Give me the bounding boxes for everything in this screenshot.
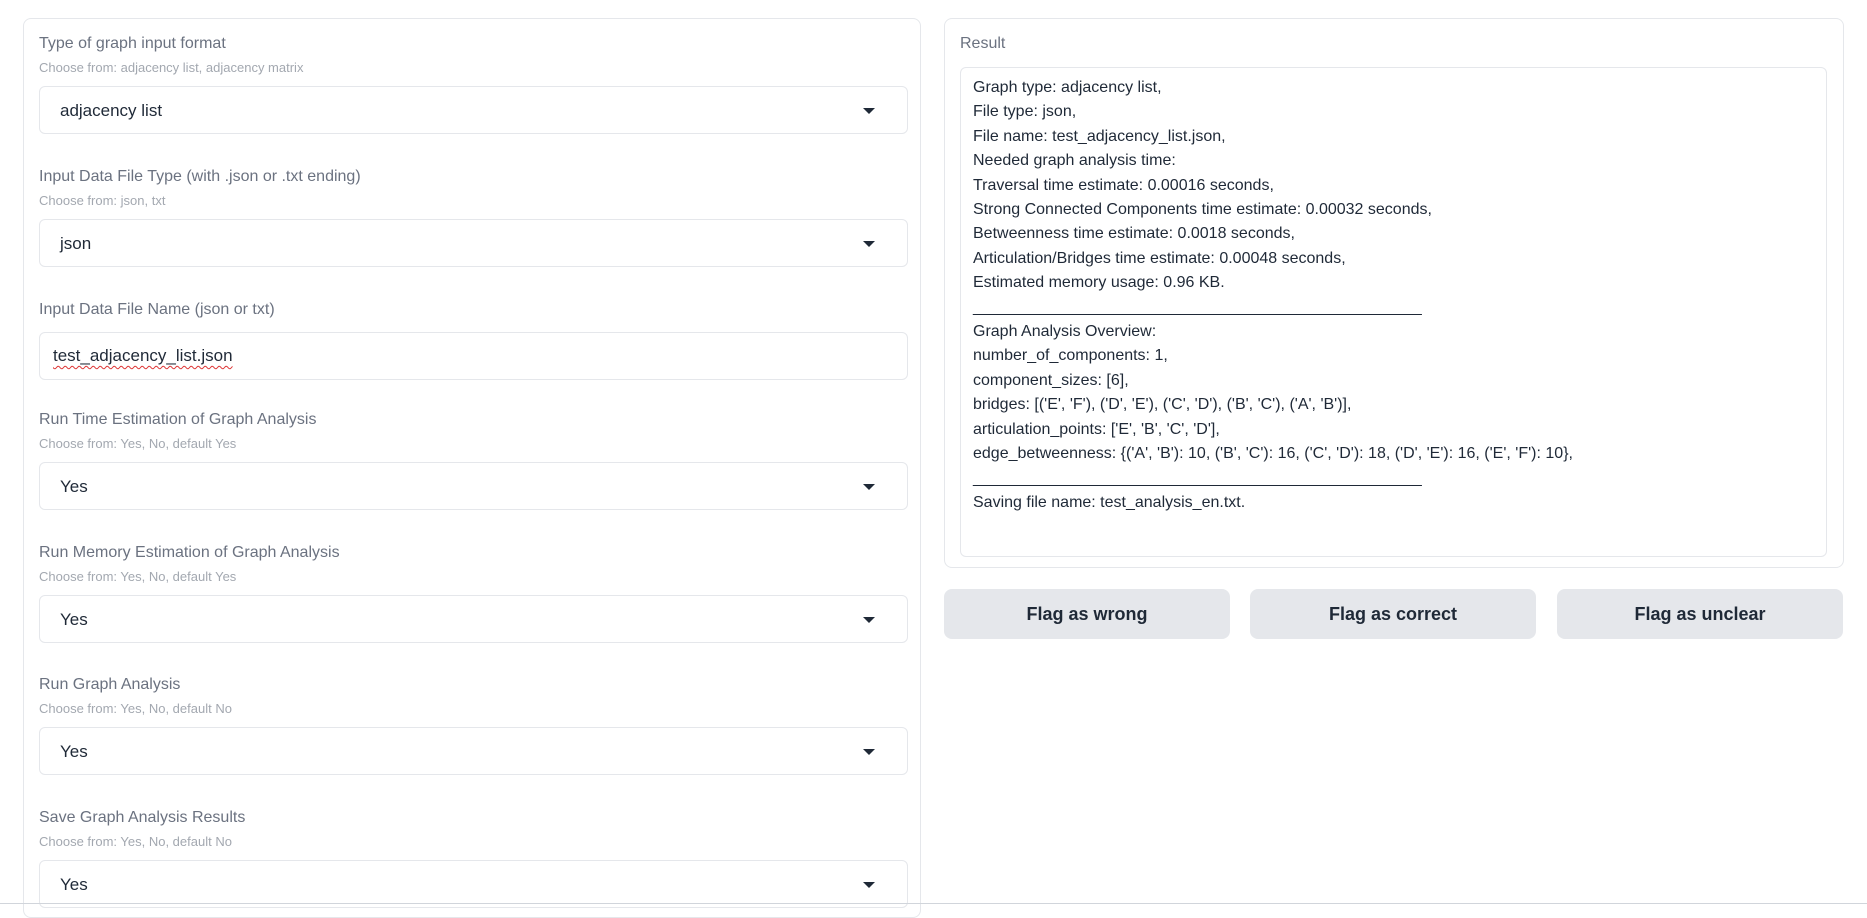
input-panel: Type of graph input format Choose from: … [23,18,921,918]
result-line: Traversal time estimate: 0.00016 seconds… [973,176,1274,194]
chevron-down-icon[interactable] [863,108,875,114]
save-results-value: Yes [60,875,88,894]
time-estimation-dropdown[interactable]: Yes [39,462,908,510]
result-line: articulation_points: ['E', 'B', 'C', 'D'… [973,420,1220,438]
result-label: Result [960,35,1006,52]
chevron-down-icon[interactable] [863,617,875,623]
chevron-down-icon[interactable] [863,749,875,755]
graph-analysis-info: Choose from: Yes, No, default No [39,701,232,716]
time-estimation-value: Yes [60,477,88,496]
flag-wrong-button[interactable]: Flag as wrong [944,589,1230,639]
file-name-field: Input Data File Name (json or txt) test_… [39,300,908,380]
graph-format-label: Type of graph input format [39,35,226,52]
graph-format-info: Choose from: adjacency list, adjacency m… [39,60,304,75]
result-line: bridges: [('E', 'F'), ('D', 'E'), ('C', … [973,396,1352,414]
chevron-down-icon[interactable] [863,484,875,490]
graph-analysis-value: Yes [60,742,88,761]
divider [0,903,1867,904]
result-line: component_sizes: [6], [973,371,1129,389]
flag-unclear-button[interactable]: Flag as unclear [1557,589,1843,639]
chevron-down-icon[interactable] [863,882,875,888]
memory-estimation-info: Choose from: Yes, No, default Yes [39,569,237,584]
result-line: number_of_components: 1, [973,347,1168,365]
file-type-info: Choose from: json, txt [39,193,166,208]
memory-estimation-field: Run Memory Estimation of Graph Analysis … [39,543,908,643]
graph-format-field: Type of graph input format Choose from: … [39,34,908,134]
graph-format-dropdown[interactable]: adjacency list [39,86,908,134]
save-results-info: Choose from: Yes, No, default No [39,834,232,849]
result-line: edge_betweenness: {('A', 'B'): 10, ('B',… [973,445,1573,463]
result-textbox[interactable]: Graph type: adjacency list, File type: j… [960,67,1827,557]
file-name-value: test_adjacency_list.json [53,346,233,365]
result-line: Betweenness time estimate: 0.0018 second… [973,225,1295,243]
save-results-label: Save Graph Analysis Results [39,809,246,826]
file-type-field: Input Data File Type (with .json or .txt… [39,167,908,267]
file-type-value: json [60,234,92,253]
time-estimation-info: Choose from: Yes, No, default Yes [39,436,237,451]
graph-format-value: adjacency list [60,101,163,120]
result-line: File type: json, [973,103,1077,121]
chevron-down-icon[interactable] [863,241,875,247]
result-line: Articulation/Bridges time estimate: 0.00… [973,249,1346,267]
file-type-label: Input Data File Type (with .json or .txt… [39,168,361,185]
flag-correct-button[interactable]: Flag as correct [1250,589,1536,639]
file-type-dropdown[interactable]: json [39,219,908,267]
result-line: Graph Analysis Overview: [973,323,1157,341]
memory-estimation-label: Run Memory Estimation of Graph Analysis [39,544,340,561]
result-line: Estimated memory usage: 0.96 KB. [973,274,1225,292]
memory-estimation-value: Yes [60,610,88,629]
file-name-label: Input Data File Name (json or txt) [39,301,275,318]
result-line: Graph type: adjacency list, [973,79,1162,96]
graph-analysis-field: Run Graph Analysis Choose from: Yes, No,… [39,675,908,775]
result-separator: ________________________________________… [973,469,1422,487]
result-line: Strong Connected Components time estimat… [973,201,1432,219]
time-estimation-field: Run Time Estimation of Graph Analysis Ch… [39,410,908,510]
graph-analysis-label: Run Graph Analysis [39,676,181,693]
result-separator: ________________________________________… [973,298,1422,316]
memory-estimation-dropdown[interactable]: Yes [39,595,908,643]
save-results-dropdown[interactable]: Yes [39,860,908,908]
time-estimation-label: Run Time Estimation of Graph Analysis [39,411,317,428]
result-line: Saving file name: test_analysis_en.txt. [973,493,1246,511]
file-name-input[interactable]: test_adjacency_list.json [39,332,908,380]
result-line: Needed graph analysis time: [973,152,1176,170]
result-panel: Result Graph type: adjacency list, File … [944,18,1844,568]
result-line: File name: test_adjacency_list.json, [973,127,1226,145]
graph-analysis-dropdown[interactable]: Yes [39,727,908,775]
save-results-field: Save Graph Analysis Results Choose from:… [39,808,908,908]
